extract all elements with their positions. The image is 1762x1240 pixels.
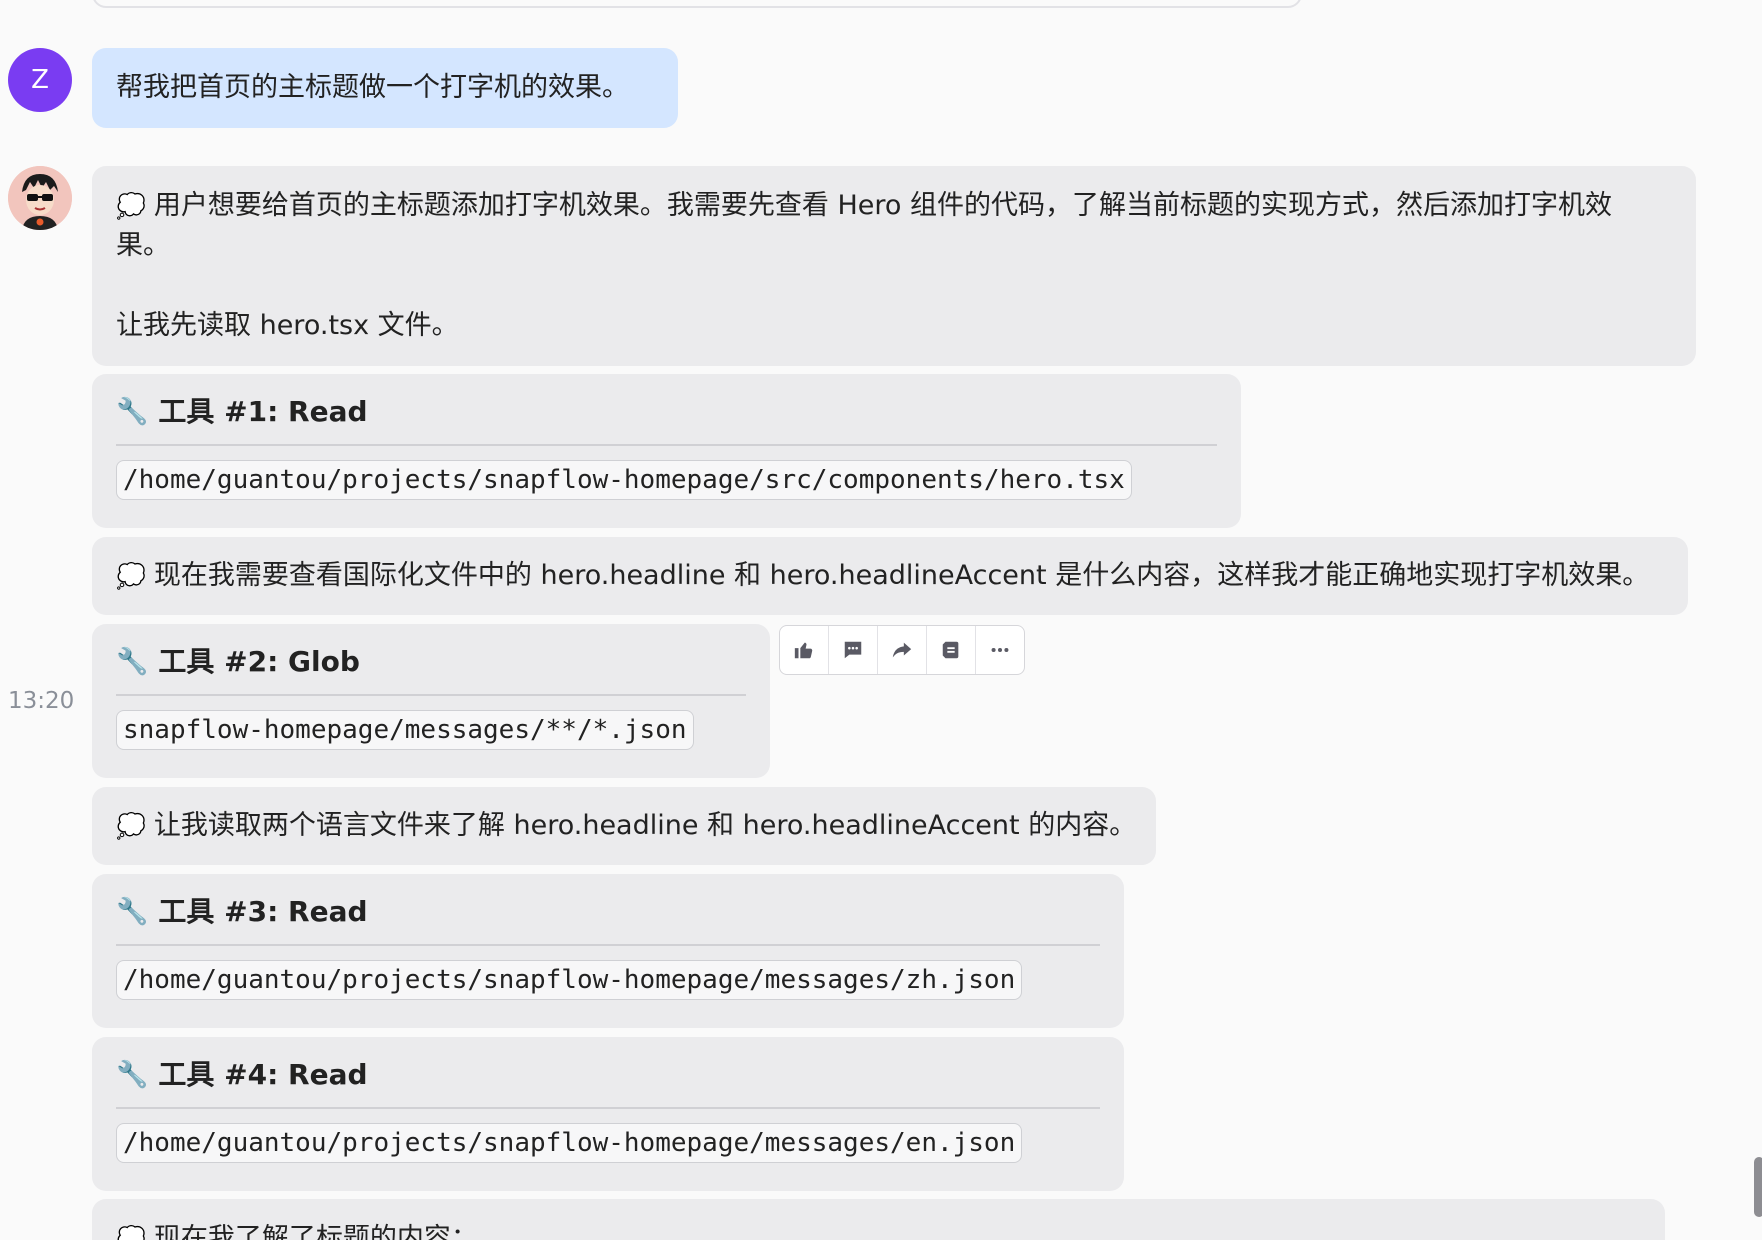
tool-path[interactable]: /home/guantou/projects/snapflow-homepage… [116, 460, 1132, 500]
user-avatar: Z [8, 48, 72, 112]
note-icon[interactable] [927, 626, 976, 674]
thought-line: 💭 用户想要给首页的主标题添加打字机效果。我需要先查看 Hero 组件的代码，了解… [116, 186, 1672, 226]
tool-call-card: 🔧 工具 #3: Read /home/guantou/projects/sna… [92, 874, 1124, 1028]
thought-bubble-icon: 💭 [116, 562, 146, 590]
user-message-bubble: 帮我把首页的主标题做一个打字机的效果。 [92, 48, 678, 128]
tool-path[interactable]: /home/guantou/projects/snapflow-homepage… [116, 960, 1023, 1000]
note-glyph [942, 641, 959, 659]
previous-card-edge [92, 0, 1302, 8]
tool-title: 🔧 工具 #3: Read [116, 892, 1100, 932]
message-timestamp: 13:20 [8, 688, 75, 714]
thumbs-up-icon[interactable] [780, 626, 829, 674]
wrench-icon: 🔧 [116, 397, 149, 427]
tool-title: 🔧 工具 #1: Read [116, 392, 1217, 432]
tool-path[interactable]: snapflow-homepage/messages/**/*.json [116, 710, 694, 750]
divider [116, 944, 1100, 946]
thought-bubble-icon: 💭 [116, 812, 146, 840]
assistant-avatar [8, 166, 72, 230]
divider [116, 694, 746, 696]
wrench-icon: 🔧 [116, 647, 149, 677]
tool-title: 🔧 工具 #4: Read [116, 1055, 1100, 1095]
wrench-icon: 🔧 [116, 897, 149, 927]
more-icon[interactable] [976, 626, 1024, 674]
tool-call-card: 🔧 工具 #4: Read /home/guantou/projects/sna… [92, 1037, 1124, 1191]
divider [116, 444, 1217, 446]
scrollbar-thumb[interactable] [1754, 1157, 1762, 1217]
assistant-thought-bubble: 💭 用户想要给首页的主标题添加打字机效果。我需要先查看 Hero 组件的代码，了解… [92, 166, 1696, 366]
divider [116, 1107, 1100, 1109]
tool-call-card: 🔧 工具 #1: Read /home/guantou/projects/sna… [92, 374, 1241, 528]
thought-line: 💭 现在我需要查看国际化文件中的 hero.headline 和 hero.hea… [116, 556, 1664, 596]
share-glyph [892, 642, 912, 658]
message-action-toolbar [779, 625, 1025, 675]
tool-title: 🔧 工具 #2: Glob [116, 642, 746, 682]
tool-call-card: 🔧 工具 #2: Glob snapflow-homepage/messages… [92, 624, 770, 778]
thought-line: 💭 让我读取两个语言文件来了解 hero.headline 和 hero.head… [116, 806, 1136, 846]
assistant-thought-bubble: 💭 现在我需要查看国际化文件中的 hero.headline 和 hero.hea… [92, 537, 1688, 615]
thought-bubble-icon: 💭 [116, 1225, 146, 1240]
thought-line: 💭 现在我了解了标题的内容： [116, 1219, 1641, 1240]
thought-line: 果。 [116, 230, 170, 261]
assistant-thought-bubble: 💭 现在我了解了标题的内容： [92, 1199, 1665, 1240]
comment-glyph [844, 641, 862, 659]
thumbs-up-glyph [794, 642, 813, 659]
share-icon[interactable] [878, 626, 927, 674]
chat-window: Z 帮我把首页的主标题做一个打字机的效果。 💭 用户想要给首页的主标题添加打字机效… [0, 0, 1762, 1240]
comment-icon[interactable] [829, 626, 878, 674]
wrench-icon: 🔧 [116, 1060, 149, 1090]
assistant-thought-bubble: 💭 让我读取两个语言文件来了解 hero.headline 和 hero.head… [92, 787, 1156, 865]
user-message-text: 帮我把首页的主标题做一个打字机的效果。 [116, 72, 629, 103]
thought-bubble-icon: 💭 [116, 192, 146, 220]
assistant-avatar-image [8, 166, 72, 230]
tool-path[interactable]: /home/guantou/projects/snapflow-homepage… [116, 1123, 1023, 1163]
thought-line: 让我先读取 hero.tsx 文件。 [116, 310, 459, 341]
more-glyph [991, 647, 1009, 653]
